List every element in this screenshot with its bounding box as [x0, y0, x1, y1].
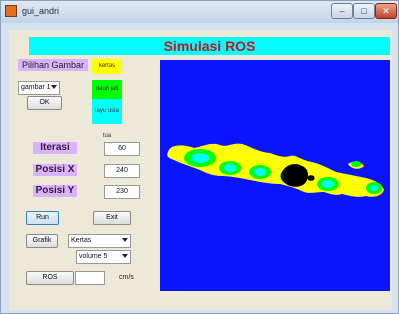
picture-select-label: Pilihan Gambar	[18, 59, 88, 71]
cyan-patch	[370, 185, 378, 191]
cyan-patch	[224, 164, 236, 172]
app-window: gui_andri – □ ✕ Simulasi ROS Pilihan Gam…	[0, 0, 399, 314]
posisi-x-label: Posisi X	[33, 164, 77, 176]
figure-client-area: Simulasi ROS Pilihan Gambar gambar 1 OK …	[9, 30, 392, 310]
cyan-patch	[191, 153, 209, 163]
burned-spot	[307, 175, 315, 181]
ok-button[interactable]: OK	[27, 96, 62, 110]
posisi-y-input[interactable]: 230	[104, 185, 140, 199]
picture-select-value: gambar 1	[21, 84, 51, 91]
page-title: Simulasi ROS	[29, 37, 390, 55]
ros-unit-label: cm/s	[119, 274, 134, 281]
volume-dropdown[interactable]: volume 5	[76, 250, 131, 264]
run-button[interactable]: Run	[26, 211, 59, 225]
iterasi-input[interactable]: 60	[104, 142, 140, 156]
chevron-down-icon	[122, 254, 128, 258]
matlab-figure-icon	[5, 5, 17, 17]
posisi-y-label: Posisi Y	[33, 185, 77, 197]
window-title: gui_andri	[22, 6, 60, 16]
legend-kertas: kertas	[92, 59, 122, 74]
cyan-patch	[322, 180, 334, 188]
minimize-button[interactable]: –	[331, 3, 353, 19]
graph-type-value: Kertas	[71, 237, 92, 244]
ros-button[interactable]: ROS	[26, 271, 74, 285]
volume-value: volume 5	[79, 253, 108, 260]
legend-daun-jati: daun jati	[92, 80, 122, 99]
grafik-button[interactable]: Grafik	[26, 234, 58, 248]
picture-select-dropdown[interactable]: gambar 1	[18, 81, 60, 95]
fire-spread-map	[160, 60, 390, 291]
legend-layu-usia-tua: layu usia tua	[92, 99, 122, 139]
posisi-x-input[interactable]: 240	[104, 164, 140, 178]
cyan-patch	[254, 168, 266, 176]
title-bar: gui_andri – □ ✕	[1, 1, 398, 23]
exit-button[interactable]: Exit	[93, 211, 131, 225]
chevron-down-icon	[122, 238, 128, 242]
close-button[interactable]: ✕	[375, 3, 397, 19]
green-patch	[351, 161, 361, 167]
iterasi-label: Iterasi	[33, 142, 77, 154]
graph-type-dropdown[interactable]: Kertas	[68, 234, 131, 248]
maximize-button[interactable]: □	[353, 3, 375, 19]
chevron-down-icon	[51, 85, 57, 89]
ros-output-field	[75, 271, 105, 285]
java-island-fire-map-icon	[167, 143, 384, 197]
